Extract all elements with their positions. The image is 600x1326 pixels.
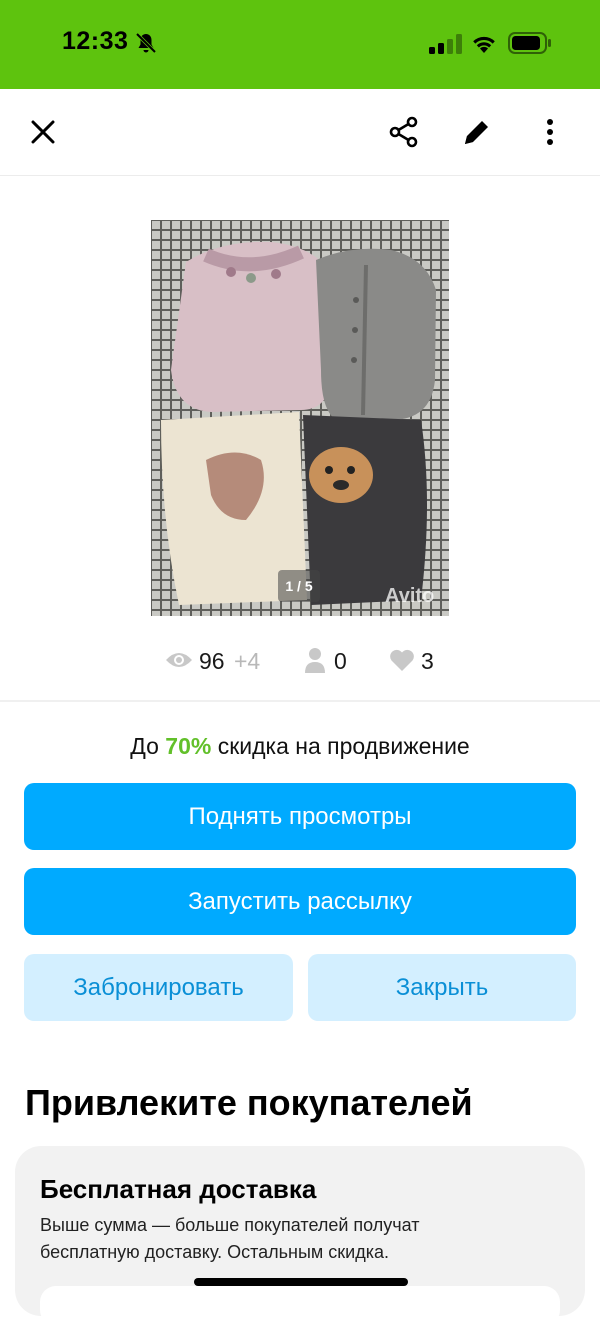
promo-percent: 70% xyxy=(165,733,212,759)
contacts-count: 0 xyxy=(334,648,347,674)
battery-icon xyxy=(508,32,551,54)
promo-prefix: До xyxy=(130,733,159,759)
more-vertical-icon[interactable] xyxy=(533,115,567,149)
listing-stats: 96 +4 0 3 xyxy=(0,640,600,680)
raise-views-button[interactable]: Поднять просмотры xyxy=(24,783,576,850)
edit-icon[interactable] xyxy=(460,115,494,149)
promo-text: До 70% скидка на продвижение xyxy=(0,733,600,760)
bell-off-icon xyxy=(135,32,157,54)
promo-suffix: скидка на продвижение xyxy=(217,733,470,759)
photo-counter: 1 / 5 xyxy=(278,570,320,602)
views-delta: +4 xyxy=(234,648,261,674)
start-mailing-button[interactable]: Запустить рассылку xyxy=(24,868,576,935)
section-title: Привлеките покупателей xyxy=(25,1082,473,1123)
share-icon[interactable] xyxy=(387,115,421,149)
top-navigation-bar xyxy=(0,89,600,176)
reserve-button[interactable]: Забронировать xyxy=(24,954,293,1021)
inner-card xyxy=(40,1286,560,1326)
status-time: 12:33 xyxy=(62,27,129,55)
views-count: 96 xyxy=(199,648,225,674)
home-indicator xyxy=(194,1278,408,1286)
card-title: Бесплатная доставка xyxy=(40,1174,317,1204)
divider xyxy=(0,700,600,702)
close-icon[interactable] xyxy=(26,115,60,149)
wifi-icon xyxy=(473,36,495,53)
photo-clothes-image xyxy=(151,220,449,616)
person-icon xyxy=(305,648,325,673)
favorites-count: 3 xyxy=(421,648,434,674)
status-bar: 12:33 xyxy=(0,0,600,89)
card-text: Выше сумма — больше покупателей получат … xyxy=(40,1215,420,1262)
eye-icon xyxy=(166,653,192,667)
free-delivery-card[interactable]: Бесплатная доставка Выше сумма — больше … xyxy=(15,1146,585,1326)
close-listing-button[interactable]: Закрыть xyxy=(308,954,576,1021)
avito-watermark: Avito xyxy=(385,585,435,607)
signal-icon xyxy=(429,34,462,54)
listing-photo[interactable] xyxy=(151,220,449,616)
heart-icon xyxy=(390,649,414,671)
